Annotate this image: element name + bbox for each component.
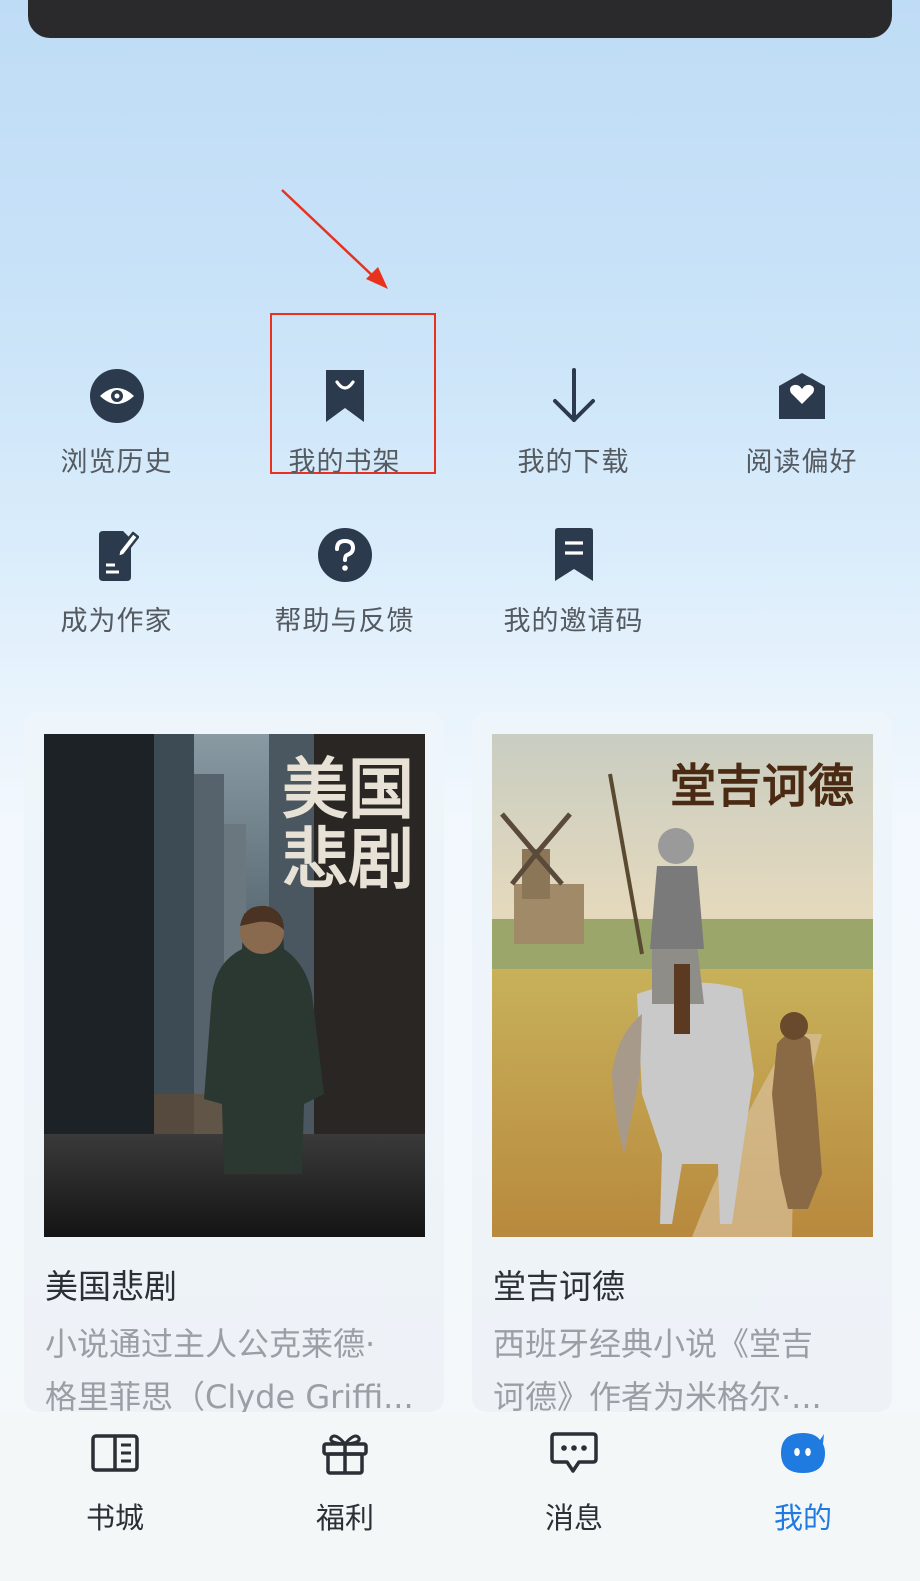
tab-label: 消息 xyxy=(544,1501,603,1535)
profile-blob-icon xyxy=(773,1423,833,1483)
tab-label: 我的 xyxy=(773,1501,832,1535)
bookmark-smile-icon xyxy=(315,366,375,426)
book-title: 堂吉诃德 xyxy=(493,1267,625,1306)
book-description: 西班牙经典小说《堂吉 诃德》作者为米格尔·... xyxy=(493,1318,873,1412)
download-arrow-icon xyxy=(544,366,604,426)
menu-item-label: 阅读偏好 xyxy=(745,447,858,478)
book-description-line: 诃德》作者为米格尔·... xyxy=(493,1378,822,1412)
tab-mine[interactable]: 我的 xyxy=(688,1423,918,1537)
menu-item-label: 浏览历史 xyxy=(60,447,173,478)
tab-label: 书城 xyxy=(85,1501,144,1535)
tab-welfare[interactable]: 福利 xyxy=(230,1423,460,1537)
menu-item-invite-code[interactable]: 我的邀请码 xyxy=(459,525,688,638)
menu-item-become-writer[interactable]: 成为作家 xyxy=(2,525,231,638)
bottom-tab-bar: 书城 福利 消息 我的 xyxy=(0,1413,920,1581)
book-description-line: 格里菲思（Clyde Griffi... xyxy=(45,1378,414,1412)
book-description-line: 小说通过主人公克莱德· xyxy=(45,1325,376,1363)
menu-item-label: 成为作家 xyxy=(60,606,173,637)
menu-item-label: 我的邀请码 xyxy=(503,606,644,637)
menu-item-label: 我的下载 xyxy=(517,447,630,478)
menu-item-help-feedback[interactable]: 帮助与反馈 xyxy=(230,525,459,638)
tab-bookstore[interactable]: 书城 xyxy=(0,1423,230,1537)
book-cover-image: 美国 悲剧 xyxy=(44,734,425,1237)
cover-title-text: 悲剧 xyxy=(282,820,414,898)
eye-icon xyxy=(87,366,147,426)
edit-document-icon xyxy=(87,525,147,585)
book-description-line: 西班牙经典小说《堂吉 xyxy=(493,1325,814,1363)
book-card[interactable]: 堂吉诃德 堂吉诃德 西班牙经典小说《堂吉 诃德》作者为米格尔·... xyxy=(472,712,892,1412)
open-book-icon xyxy=(85,1423,145,1483)
cover-title-text: 美国 xyxy=(282,750,414,828)
chat-bubble-icon xyxy=(544,1423,604,1483)
gift-icon xyxy=(315,1423,375,1483)
menu-item-history[interactable]: 浏览历史 xyxy=(2,366,231,479)
tab-messages[interactable]: 消息 xyxy=(459,1423,689,1537)
bookmark-lines-icon xyxy=(544,525,604,585)
book-card[interactable]: 美国 悲剧 美国悲剧 小说通过主人公克莱德· 格里菲思（Clyde Griffi… xyxy=(24,712,444,1412)
cover-title-text: 堂吉诃德 xyxy=(670,759,854,813)
book-cover-image: 堂吉诃德 xyxy=(492,734,873,1237)
menu-item-reading-preference[interactable]: 阅读偏好 xyxy=(687,366,916,479)
book-description: 小说通过主人公克莱德· 格里菲思（Clyde Griffi... xyxy=(45,1318,425,1412)
question-circle-icon xyxy=(315,525,375,585)
menu-item-label: 我的书架 xyxy=(288,447,401,478)
heart-envelope-icon xyxy=(772,366,832,426)
menu-item-bookshelf[interactable]: 我的书架 xyxy=(230,366,459,479)
annotation-arrow xyxy=(281,189,388,289)
menu-item-label: 帮助与反馈 xyxy=(274,606,415,637)
tab-label: 福利 xyxy=(315,1501,374,1535)
book-title: 美国悲剧 xyxy=(45,1267,177,1306)
menu-item-downloads[interactable]: 我的下载 xyxy=(459,366,688,479)
